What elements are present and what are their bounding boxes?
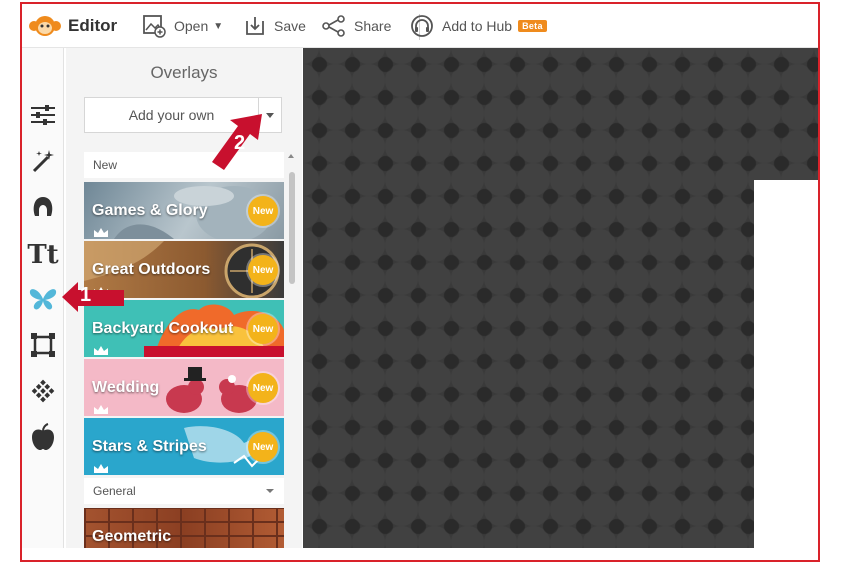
tool-themes[interactable] bbox=[26, 422, 60, 456]
share-button[interactable]: Share bbox=[322, 4, 391, 48]
canvas-document[interactable] bbox=[754, 180, 818, 548]
scroll-up-arrow-icon[interactable] bbox=[288, 154, 294, 158]
section-label: General bbox=[93, 484, 136, 498]
save-label: Save bbox=[274, 18, 306, 34]
tool-overlays[interactable] bbox=[26, 284, 60, 318]
overlays-butterfly-icon bbox=[29, 287, 57, 316]
overlay-list[interactable]: New Games & Glory New Great Outdoors New bbox=[84, 152, 284, 548]
overlay-item[interactable]: Games & Glory New bbox=[84, 182, 284, 239]
themes-apple-icon bbox=[30, 422, 56, 456]
new-badge: New bbox=[248, 432, 278, 462]
save-download-icon bbox=[244, 15, 266, 37]
tool-touch-up[interactable] bbox=[26, 192, 60, 226]
share-label: Share bbox=[354, 18, 392, 34]
overlay-item[interactable]: Geometric bbox=[84, 508, 284, 548]
overlay-label: Wedding bbox=[92, 379, 160, 396]
chevron-down-icon bbox=[266, 489, 274, 493]
callout-number: 2 bbox=[234, 132, 246, 154]
new-badge: New bbox=[248, 373, 278, 403]
editor-canvas-background bbox=[303, 48, 818, 548]
callout-2: 2 bbox=[210, 110, 272, 181]
share-icon bbox=[322, 15, 346, 37]
tool-effects[interactable] bbox=[26, 146, 60, 180]
open-button[interactable]: Open ▼ bbox=[142, 4, 223, 48]
tool-text[interactable]: Tt bbox=[26, 238, 60, 272]
overlay-label: Backyard Cookout bbox=[92, 320, 234, 337]
new-badge: New bbox=[248, 196, 278, 226]
tool-frames[interactable] bbox=[26, 330, 60, 364]
tool-textures[interactable] bbox=[26, 376, 60, 410]
open-label: Open bbox=[174, 18, 209, 34]
open-image-icon bbox=[142, 14, 166, 38]
brand-label: Editor bbox=[68, 16, 118, 35]
hub-label: Add to Hub bbox=[442, 18, 513, 34]
scroll-thumb[interactable] bbox=[289, 172, 295, 284]
adjustments-icon bbox=[30, 103, 56, 132]
chevron-down-icon: ▼ bbox=[213, 20, 224, 32]
premium-crown-icon bbox=[93, 402, 109, 416]
effects-wand-icon bbox=[30, 148, 56, 179]
panel-title: Overlays bbox=[150, 63, 218, 82]
monkey-logo-icon bbox=[28, 15, 62, 37]
new-badge: New bbox=[248, 314, 278, 344]
touch-up-icon bbox=[30, 194, 56, 225]
overlay-label: Great Outdoors bbox=[92, 261, 211, 278]
callout-1: 1 bbox=[60, 278, 126, 321]
tool-rail: Tt bbox=[22, 48, 64, 548]
hub-headphones-icon bbox=[410, 14, 434, 38]
premium-crown-icon bbox=[93, 343, 109, 357]
frames-icon bbox=[30, 332, 56, 363]
section-general[interactable]: General bbox=[84, 478, 284, 504]
premium-crown-icon bbox=[93, 225, 109, 239]
add-to-hub-button[interactable]: Add to Hub Beta bbox=[410, 4, 547, 48]
overlay-label: Stars & Stripes bbox=[92, 438, 207, 455]
overlay-label: Geometric bbox=[92, 528, 172, 545]
overlay-item[interactable]: Wedding New bbox=[84, 359, 284, 416]
overlay-list-scrollbar[interactable] bbox=[287, 152, 296, 548]
new-badge: New bbox=[248, 255, 278, 285]
premium-crown-icon bbox=[93, 461, 109, 475]
text-icon: Tt bbox=[27, 240, 59, 270]
beta-badge: Beta bbox=[518, 20, 547, 32]
callout-number: 1 bbox=[80, 284, 92, 306]
textures-icon bbox=[30, 378, 56, 409]
overlay-item[interactable]: Stars & Stripes New bbox=[84, 418, 284, 475]
save-button[interactable]: Save bbox=[244, 4, 306, 48]
tool-adjustments[interactable] bbox=[26, 100, 60, 134]
overlay-label: Games & Glory bbox=[92, 202, 208, 219]
brand[interactable]: Editor bbox=[28, 4, 117, 48]
section-label: New bbox=[93, 158, 118, 172]
top-toolbar: Editor Open ▼ Save Share Add to Hub Beta bbox=[22, 4, 818, 48]
